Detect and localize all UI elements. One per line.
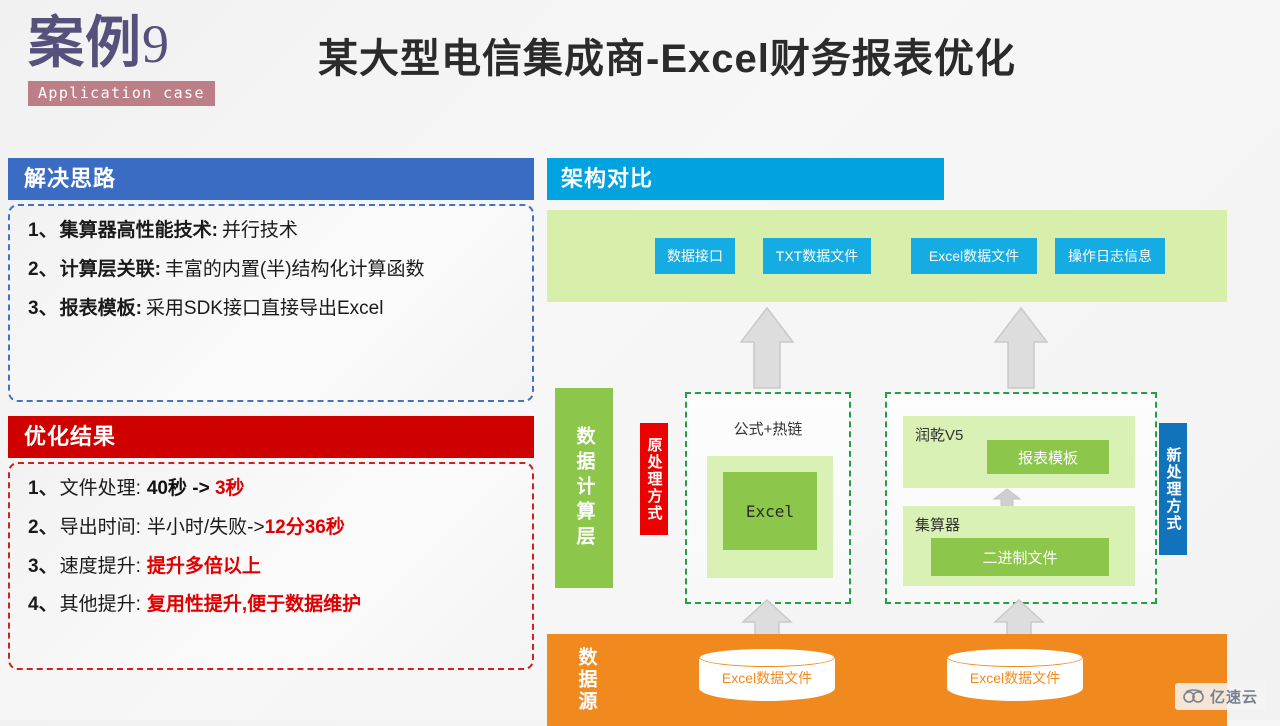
source-layer: 数据源 Excel数据文件 Excel数据文件 (547, 634, 1227, 726)
list-item-arrow: -> (187, 478, 215, 499)
excel-outer-box: Excel (707, 456, 833, 578)
list-item-label: 速度提升: (59, 555, 141, 577)
list-item: 3、 速度提升: 提升多倍以上 (28, 556, 522, 579)
cloud-icon (1183, 689, 1204, 703)
list-item-value: 采用SDK接口直接导出Excel (145, 297, 384, 319)
list-item-index: 3、 (28, 555, 58, 577)
list-item-index: 1、 (28, 220, 58, 241)
list-item-value: 并行技术 (221, 220, 298, 241)
list-item-label: 集算器高性能技术: (59, 220, 218, 241)
list-item-index: 3、 (28, 297, 58, 319)
architecture-panel-header: 架构对比 (547, 158, 944, 200)
cylinder-top (699, 648, 835, 667)
list-item-index: 2、 (28, 258, 58, 280)
source-layer-label: 数据源 (575, 647, 597, 713)
arrow-up-icon (993, 306, 1049, 389)
list-item-after: 12分36秒 (264, 516, 345, 538)
list-item: 3、 报表模板: 采用SDK接口直接导出Excel (28, 298, 522, 321)
new-processing-panel: 润乾V5 报表模板 集算器 二进制文件 (885, 392, 1157, 604)
app-box-operation-log: 操作日志信息 (1055, 238, 1165, 274)
old-panel-caption: 公式+热链 (733, 421, 803, 438)
excel-box: Excel (723, 472, 817, 550)
old-way-tag: 原处理方式 (640, 423, 668, 535)
result-panel-header: 优化结果 (8, 416, 534, 458)
list-item-after: 复用性提升,便于数据维护 (146, 594, 362, 616)
list-item-value: 丰富的内置(半)结构化计算函数 (164, 258, 425, 280)
list-item-label: 文件处理: (59, 478, 141, 499)
list-item: 2、 导出时间: 半小时/失败-> 12分36秒 (28, 517, 522, 540)
cylinder-label: Excel数据文件 (969, 670, 1061, 686)
watermark: 亿速云 (1174, 683, 1266, 710)
arrow-up-icon (739, 306, 795, 389)
page-header: 案例9 Application case 某大型电信集成商-Excel财务报表优… (0, 0, 1280, 150)
application-layer: 数据接口 TXT数据文件 Excel数据文件 操作日志信息 (547, 210, 1227, 302)
architecture-column: 架构对比 数据接口 TXT数据文件 Excel数据文件 操作日志信息 数据计算层… (547, 158, 1247, 726)
watermark-text: 亿速云 (1209, 689, 1258, 706)
runqian-label: 润乾V5 (915, 427, 964, 444)
list-item: 1、 文件处理: 40秒 -> 3秒 (28, 478, 522, 501)
cylinder-top (947, 648, 1083, 667)
list-item-before: 40秒 (146, 478, 187, 499)
database-cylinder: Excel数据文件 (947, 648, 1083, 706)
case-badge: 案例9 Application case (28, 11, 258, 106)
list-item-label: 导出时间: (59, 516, 141, 538)
database-cylinder: Excel数据文件 (699, 648, 835, 706)
calc-layer-label: 数据计算层 (555, 388, 613, 588)
list-item: 2、 计算层关联: 丰富的内置(半)结构化计算函数 (28, 259, 522, 282)
list-item-label: 报表模板: (59, 297, 142, 319)
solution-panel-body: 1、 集算器高性能技术: 并行技术 2、 计算层关联: 丰富的内置(半)结构化计… (8, 204, 534, 402)
list-item-after: 提升多倍以上 (146, 555, 261, 577)
solution-panel-header: 解决思路 (8, 158, 534, 200)
binary-file-box: 二进制文件 (931, 538, 1109, 576)
old-processing-panel: 公式+热链 Excel (685, 392, 851, 604)
list-item-label: 计算层关联: (59, 258, 161, 280)
list-item: 1、 集算器高性能技术: 并行技术 (28, 220, 522, 243)
left-column: 解决思路 1、 集算器高性能技术: 并行技术 2、 计算层关联: 丰富的内置(半… (8, 158, 534, 670)
list-item-after: 3秒 (214, 478, 245, 499)
app-box-txt-file: TXT数据文件 (763, 238, 871, 274)
app-box-data-interface: 数据接口 (655, 238, 735, 274)
list-item-index: 2、 (28, 516, 58, 538)
runqian-box: 润乾V5 报表模板 (903, 416, 1135, 488)
case-number-label: 案例 (28, 11, 142, 74)
page-title: 某大型电信集成商-Excel财务报表优化 (318, 37, 1016, 81)
list-item-index: 1、 (28, 478, 58, 499)
cylinder-label: Excel数据文件 (721, 670, 813, 686)
jisuanqi-label: 集算器 (915, 517, 961, 534)
list-item: 4、 其他提升: 复用性提升,便于数据维护 (28, 594, 522, 617)
case-subtitle: Application case (28, 80, 215, 106)
jisuanqi-box: 集算器 二进制文件 (903, 506, 1135, 586)
list-item-index: 4、 (28, 594, 58, 616)
report-template-box: 报表模板 (987, 440, 1109, 474)
new-way-tag: 新处理方式 (1159, 423, 1187, 555)
case-number: 案例9 (28, 11, 258, 74)
list-item-label: 其他提升: (59, 594, 141, 616)
architecture-diagram: 数据接口 TXT数据文件 Excel数据文件 操作日志信息 数据计算层 原处理方… (547, 210, 1247, 726)
case-number-value: 9 (142, 14, 170, 74)
result-panel-body: 1、 文件处理: 40秒 -> 3秒 2、 导出时间: 半小时/失败-> 12分… (8, 462, 534, 670)
app-box-excel-file: Excel数据文件 (911, 238, 1037, 274)
list-item-before: 半小时/失败-> (146, 516, 265, 538)
